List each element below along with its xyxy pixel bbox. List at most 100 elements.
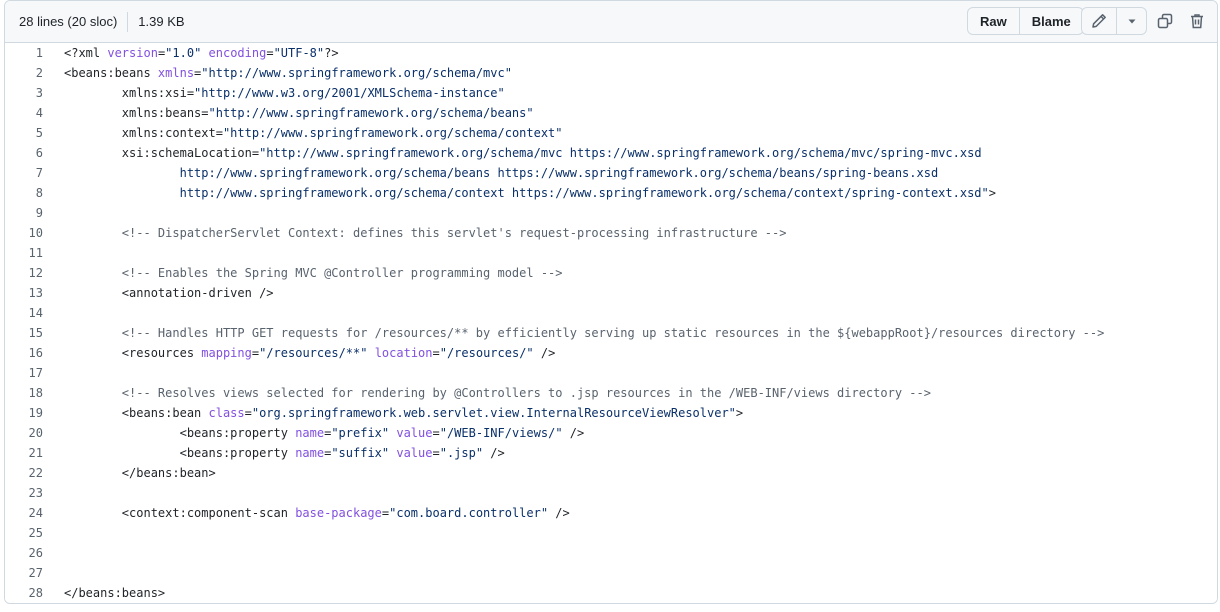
code-line: 12 <!-- Enables the Spring MVC @Controll… (5, 263, 1217, 283)
string-token: "1.0" (165, 46, 202, 60)
code-line: 16 <resources mapping="/resources/**" lo… (5, 343, 1217, 363)
line-number[interactable]: 10 (5, 223, 43, 243)
comment-token: <!-- Resolves views selected for renderi… (64, 386, 931, 400)
line-number[interactable]: 28 (5, 583, 43, 603)
line-number[interactable]: 27 (5, 563, 43, 583)
attribute-token: location (374, 346, 433, 360)
code-token: xmlns:beans= (64, 106, 209, 120)
blame-button[interactable]: Blame (1018, 8, 1083, 34)
line-number[interactable]: 5 (5, 123, 43, 143)
line-number[interactable]: 15 (5, 323, 43, 343)
line-number[interactable]: 18 (5, 383, 43, 403)
code-token: > (988, 186, 996, 200)
code-view: 1 <?xml version="1.0" encoding="UTF-8"?> 2… (5, 43, 1217, 603)
code-token: <beans:beans (64, 66, 158, 80)
line-number[interactable]: 13 (5, 283, 43, 303)
file-size: 1.39 KB (138, 14, 185, 29)
code-line: 10 <!-- DispatcherServlet Context: defin… (5, 223, 1217, 243)
code-line: 22 </beans:bean> (5, 463, 1217, 483)
string-token: "http://www.springframework.org/schema/c… (222, 126, 563, 140)
triangle-down-icon (1128, 19, 1135, 24)
string-token: "org.springframework.web.servlet.view.In… (251, 406, 736, 420)
line-content: </beans:beans> (64, 583, 165, 603)
attribute-token: class (208, 406, 245, 420)
code-line: 5 xmlns:context="http://www.springframew… (5, 123, 1217, 143)
line-number[interactable]: 12 (5, 263, 43, 283)
code-token: <beans:property (64, 446, 296, 460)
string-token: http://www.springframework.org/schema/be… (64, 166, 939, 180)
line-number[interactable]: 26 (5, 543, 43, 563)
raw-blame-group: Raw Blame (967, 7, 1084, 35)
attribute-token: base-package (295, 506, 382, 520)
copy-icon (1157, 13, 1173, 29)
file-meta: 28 lines (20 sloc) 1.39 KB (19, 1, 185, 42)
code-token: <beans:property (64, 426, 296, 440)
code-line: 17 (5, 363, 1217, 383)
line-content: <annotation-driven /> (64, 283, 274, 303)
delete-button[interactable] (1183, 7, 1211, 35)
raw-button[interactable]: Raw (968, 8, 1019, 34)
line-number[interactable]: 24 (5, 503, 43, 523)
code-line: 18 <!-- Resolves views selected for rend… (5, 383, 1217, 403)
line-number[interactable]: 9 (5, 203, 43, 223)
line-number[interactable]: 2 (5, 63, 43, 83)
code-line: 2 <beans:beans xmlns="http://www.springfr… (5, 63, 1217, 83)
code-line: 15 <!-- Handles HTTP GET requests for /r… (5, 323, 1217, 343)
code-token: /> (533, 346, 556, 360)
comment-token: <!-- Enables the Spring MVC @Controller … (64, 266, 563, 280)
line-content: http://www.springframework.org/schema/be… (64, 163, 939, 183)
string-token: "/WEB-INF/views/" (439, 426, 563, 440)
code-token: /> (562, 426, 585, 440)
edit-button[interactable] (1082, 8, 1116, 34)
code-line: 7 http://www.springframework.org/schema/… (5, 163, 1217, 183)
line-number[interactable]: 22 (5, 463, 43, 483)
attribute-token: value (396, 446, 433, 460)
line-number[interactable]: 11 (5, 243, 43, 263)
code-token: = (266, 46, 274, 60)
line-number[interactable]: 23 (5, 483, 43, 503)
line-content: <resources mapping="/resources/**" locat… (64, 343, 556, 363)
more-edit-options-button[interactable] (1116, 8, 1146, 34)
line-number[interactable]: 6 (5, 143, 43, 163)
copy-button[interactable] (1151, 7, 1179, 35)
line-content: <beans:bean class="org.springframework.w… (64, 403, 743, 423)
line-number[interactable]: 19 (5, 403, 43, 423)
line-number[interactable]: 3 (5, 83, 43, 103)
line-number[interactable]: 7 (5, 163, 43, 183)
comment-token: <!-- Handles HTTP GET requests for /reso… (64, 326, 1105, 340)
line-number[interactable]: 25 (5, 523, 43, 543)
attribute-token: mapping (201, 346, 252, 360)
code-token: xsi:schemaLocation= (64, 146, 260, 160)
code-token: /> (548, 506, 570, 520)
code-token: xmlns:context= (64, 126, 223, 140)
line-content: <!-- Enables the Spring MVC @Controller … (64, 263, 563, 283)
line-number[interactable]: 4 (5, 103, 43, 123)
line-content: xmlns:xsi="http://www.w3.org/2001/XMLSch… (64, 83, 505, 103)
string-token: "com.board.controller" (389, 506, 549, 520)
code-token: = (244, 406, 252, 420)
code-line: 27 (5, 563, 1217, 583)
attribute-token: name (295, 446, 325, 460)
edit-group (1081, 7, 1147, 35)
code-token: <resources (64, 346, 202, 360)
attribute-token: name (295, 426, 325, 440)
line-number[interactable]: 16 (5, 343, 43, 363)
code-line: 1 <?xml version="1.0" encoding="UTF-8"?> (5, 43, 1217, 63)
line-number[interactable]: 1 (5, 43, 43, 63)
line-number[interactable]: 21 (5, 443, 43, 463)
pencil-icon (1092, 14, 1106, 28)
string-token: "http://www.springframework.org/schema/m… (259, 146, 982, 160)
line-number[interactable]: 8 (5, 183, 43, 203)
code-line: 13 <annotation-driven /> (5, 283, 1217, 303)
line-number[interactable]: 17 (5, 363, 43, 383)
string-token: "http://www.w3.org/2001/XMLSchema-instan… (194, 86, 505, 100)
comment-token: <!-- DispatcherServlet Context: defines … (64, 226, 787, 240)
line-content: <!-- Handles HTTP GET requests for /reso… (64, 323, 1105, 343)
code-line: 4 xmlns:beans="http://www.springframewor… (5, 103, 1217, 123)
code-token: <beans:bean (64, 406, 209, 420)
code-line: 23 (5, 483, 1217, 503)
line-number[interactable]: 20 (5, 423, 43, 443)
code-line: 8 http://www.springframework.org/schema/… (5, 183, 1217, 203)
line-number[interactable]: 14 (5, 303, 43, 323)
